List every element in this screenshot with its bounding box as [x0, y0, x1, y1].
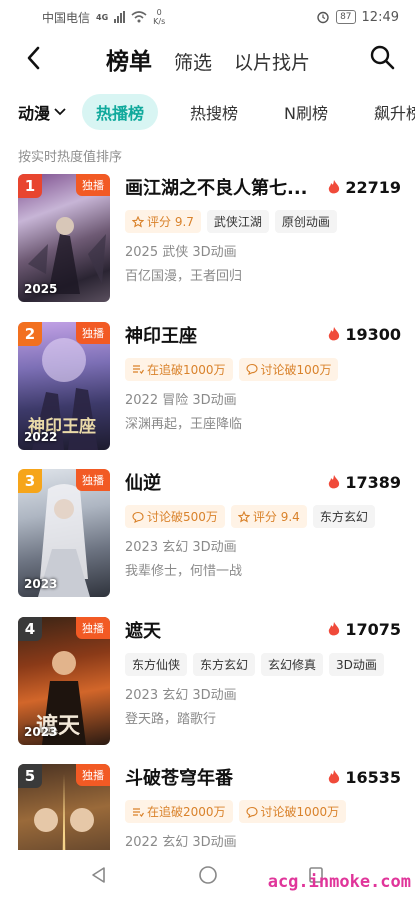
exclusive-badge: 独播: [76, 174, 110, 196]
item-title[interactable]: 画江湖之不良人第七...: [125, 174, 308, 200]
tag: 评分 9.7: [125, 210, 201, 233]
tag: 在追破1000万: [125, 357, 233, 381]
sort-note: 按实时热度值排序: [18, 150, 123, 165]
poster-year: 2025: [24, 282, 58, 296]
exclusive-badge: 独播: [76, 321, 110, 344]
rank-badge: 5: [18, 764, 42, 788]
item-meta: 2023 玄幻 3D动画: [125, 540, 237, 555]
back-icon[interactable]: [22, 44, 46, 72]
poster-year: 2023: [24, 577, 58, 591]
star-icon: [132, 215, 144, 228]
net-speed: 0 K/s: [153, 8, 166, 26]
chat-icon: [245, 363, 258, 375]
search-icon[interactable]: [369, 44, 395, 70]
signal-icon: [114, 11, 126, 23]
alarm-icon: [317, 11, 329, 24]
top-nav: 榜单 筛选 以片找片: [0, 38, 415, 78]
carrier-label: 中国电信: [42, 10, 91, 25]
rank-badge: 3: [18, 469, 42, 493]
rank-badge: 2: [18, 321, 42, 346]
clock: 12:49: [361, 9, 399, 25]
flame-icon: [329, 474, 340, 488]
tag: 东方玄幻: [193, 652, 256, 676]
flame-icon: [329, 769, 340, 783]
list-icon: [133, 807, 144, 817]
tag: 玄幻修真: [261, 652, 324, 676]
tab-find-by-clip[interactable]: 以片找片: [234, 48, 310, 75]
list-item[interactable]: 3 独播 2023 仙逆 17389 讨论破500万 评分 9.4 东方玄幻 2…: [0, 467, 415, 615]
tag: 讨论破100万: [238, 357, 339, 381]
tag: 东方玄幻: [312, 505, 375, 528]
item-title[interactable]: 斗破苍穹年番: [125, 764, 233, 790]
chat-icon: [245, 806, 258, 818]
nav-home-icon[interactable]: [198, 865, 218, 885]
exclusive-badge: 独播: [76, 616, 110, 639]
poster-image[interactable]: 遮天 4 独播 2023: [18, 616, 110, 745]
category-dropdown[interactable]: 动漫: [18, 100, 66, 124]
exclusive-badge: 独播: [76, 764, 110, 786]
chip-n-rewatch[interactable]: N刷榜: [270, 94, 342, 130]
nav-back-icon[interactable]: [89, 865, 109, 885]
item-desc: 我辈修士，何惜一战: [125, 564, 243, 579]
wifi-icon: [131, 11, 147, 23]
heat-score: 16535: [328, 768, 401, 787]
flame-icon: [329, 327, 340, 341]
heat-score: 17075: [328, 620, 401, 639]
tag: 武侠江湖: [206, 210, 269, 233]
chevron-down-icon: [54, 108, 66, 116]
tag: 讨论破1000万: [238, 800, 347, 823]
heat-score: 22719: [328, 178, 401, 197]
list-icon: [133, 365, 144, 374]
exclusive-badge: 独播: [76, 469, 110, 491]
flame-icon: [329, 179, 340, 193]
heat-score: 17389: [328, 473, 401, 492]
tag: 评分 9.4: [230, 505, 307, 528]
category-bar: 动漫 热播榜 热搜榜 N刷榜 飙升榜: [0, 94, 415, 130]
item-desc: 深渊再起，王座降临: [125, 416, 243, 432]
battery-indicator: 87: [336, 10, 356, 24]
tag: 讨论破500万: [125, 505, 225, 528]
poster-image[interactable]: 神印王座 2 独播 2022: [18, 321, 110, 450]
rank-badge: 1: [18, 174, 42, 198]
flame-icon: [329, 622, 340, 636]
poster-image[interactable]: 3 独播 2023: [18, 469, 110, 597]
poster-year: 2022: [24, 429, 58, 444]
tab-filter[interactable]: 筛选: [174, 48, 212, 75]
tag: 3D动画: [329, 652, 384, 676]
item-title[interactable]: 仙逆: [125, 469, 161, 495]
heat-score: 19300: [328, 325, 401, 344]
item-title[interactable]: 神印王座: [125, 322, 197, 348]
chip-rising[interactable]: 飙升榜: [360, 94, 415, 130]
tab-ranking[interactable]: 榜单: [106, 42, 152, 76]
tag: 东方仙侠: [125, 652, 188, 676]
tag: 原创动画: [274, 210, 337, 233]
item-meta: 2022 玄幻 3D动画: [125, 835, 237, 850]
item-desc: 登天路，踏歌行: [125, 711, 217, 727]
item-meta: 2022 冒险 3D动画: [125, 392, 237, 408]
chip-hot-search[interactable]: 热搜榜: [176, 94, 252, 130]
list-item[interactable]: 1 独播 2025 画江湖之不良人第七... 22719 评分 9.7 武侠江湖…: [0, 172, 415, 320]
category-label: 动漫: [18, 104, 51, 123]
item-meta: 2025 武侠 3D动画: [125, 245, 237, 260]
ranking-list: 1 独播 2025 画江湖之不良人第七... 22719 评分 9.7 武侠江湖…: [0, 172, 415, 900]
status-bar: 中国电信 4G 0 K/s 87 12:49: [0, 0, 415, 34]
chip-hot-play[interactable]: 热播榜: [82, 94, 159, 130]
list-item[interactable]: 神印王座 2 独播 2022 神印王座 19300 在追破1000万 讨论破10…: [0, 320, 415, 468]
star-icon: [237, 510, 250, 523]
watermark: acg.inmoke.com: [267, 872, 411, 892]
poster-year: 2023: [24, 724, 58, 739]
network-type: 4G: [96, 12, 109, 22]
item-desc: 百亿国漫，王者回归: [125, 269, 243, 284]
list-item[interactable]: 遮天 4 独播 2023 遮天 17075 东方仙侠 东方玄幻 玄幻修真 3D动…: [0, 615, 415, 763]
item-meta: 2023 玄幻 3D动画: [125, 687, 237, 703]
tag: 在追破2000万: [125, 800, 233, 823]
item-title[interactable]: 遮天: [125, 617, 161, 643]
chat-icon: [132, 511, 144, 523]
poster-image[interactable]: 1 独播 2025: [18, 174, 110, 302]
rank-badge: 4: [18, 616, 42, 641]
